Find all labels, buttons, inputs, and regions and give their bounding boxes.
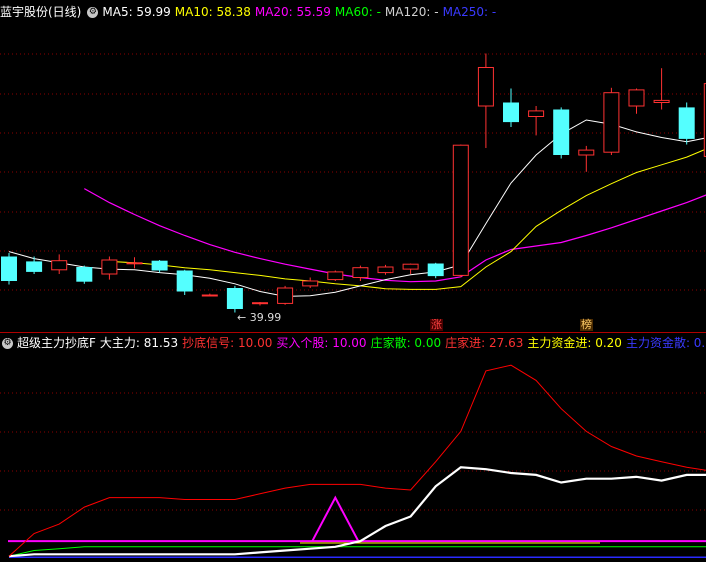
dazhuli-line [8, 466, 706, 558]
candle-down [26, 261, 43, 272]
ma20-label: MA20: 55.59 [254, 5, 331, 19]
price-header: 蓝宇股份(日线) ⚙ MA5: 59.99 MA10: 58.38 MA20: 55.5… [0, 3, 706, 21]
ma10-label: MA10: 58.38 [174, 5, 251, 19]
candle-down [151, 260, 168, 271]
candle-up [327, 271, 344, 281]
candle-up [452, 144, 469, 276]
zhang-tag[interactable]: 涨 [430, 319, 443, 331]
zhuangsan-label: 庄家散: 0.00 [370, 336, 442, 350]
candle-up [578, 149, 595, 156]
zhuangjin-line [8, 364, 706, 557]
chart-canvas[interactable] [0, 0, 706, 562]
zhuangjin-label: 庄家进: 27.63 [445, 336, 524, 350]
candle-down [226, 288, 243, 309]
zijin-label: 主力资金进: 0.20 [527, 336, 622, 350]
candle-down [427, 263, 444, 277]
candle-up [477, 67, 494, 107]
bang-tag[interactable]: 榜 [580, 319, 593, 331]
ma250-label: MA250: - [442, 5, 497, 19]
gear-icon[interactable]: ⚙ [2, 338, 13, 349]
candle-up [628, 89, 645, 107]
candle-up [101, 259, 118, 275]
dazhuli-label: 大主力: 81.53 [99, 336, 179, 350]
candle-up [603, 92, 620, 153]
stock-name[interactable]: 蓝宇股份(日线) [0, 3, 81, 21]
chaodi-label: 抄底信号: 10.00 [182, 336, 273, 350]
sanhu-label: 主力资金散: 0.00 [625, 336, 706, 350]
candle-up [377, 266, 394, 274]
candle-down [553, 109, 570, 155]
gear-icon[interactable]: ⚙ [87, 7, 99, 18]
low-price-label: ← 39.99 [237, 311, 282, 324]
maiguge-label: 买入个股: 10.00 [276, 336, 367, 350]
ma120-label: MA120: - [384, 5, 439, 19]
candle-up [201, 294, 218, 297]
candle-up [277, 287, 294, 304]
chaodi-spike [311, 495, 360, 542]
indicator-name[interactable]: 超级主力抄底F [17, 334, 96, 352]
candle-up [653, 99, 670, 104]
ma20-line [84, 188, 706, 283]
candle-down [76, 267, 93, 282]
candle-down [678, 107, 695, 139]
candle-down [176, 270, 193, 292]
candle-up [402, 263, 419, 270]
candle-up [302, 280, 319, 287]
ma5-label: MA5: 59.99 [102, 5, 171, 19]
candle-up [51, 260, 68, 271]
candle-up [352, 267, 369, 279]
candle-up [528, 110, 545, 118]
candle-down [1, 256, 17, 281]
candle-down [503, 102, 519, 123]
candle-up [252, 302, 268, 305]
ma60-label: MA60: - [334, 5, 381, 19]
indicator-header: ⚙ 超级主力抄底F 大主力: 81.53 抄底信号: 10.00 买入个股: 10.00… [0, 334, 706, 352]
candle-up [126, 262, 143, 265]
